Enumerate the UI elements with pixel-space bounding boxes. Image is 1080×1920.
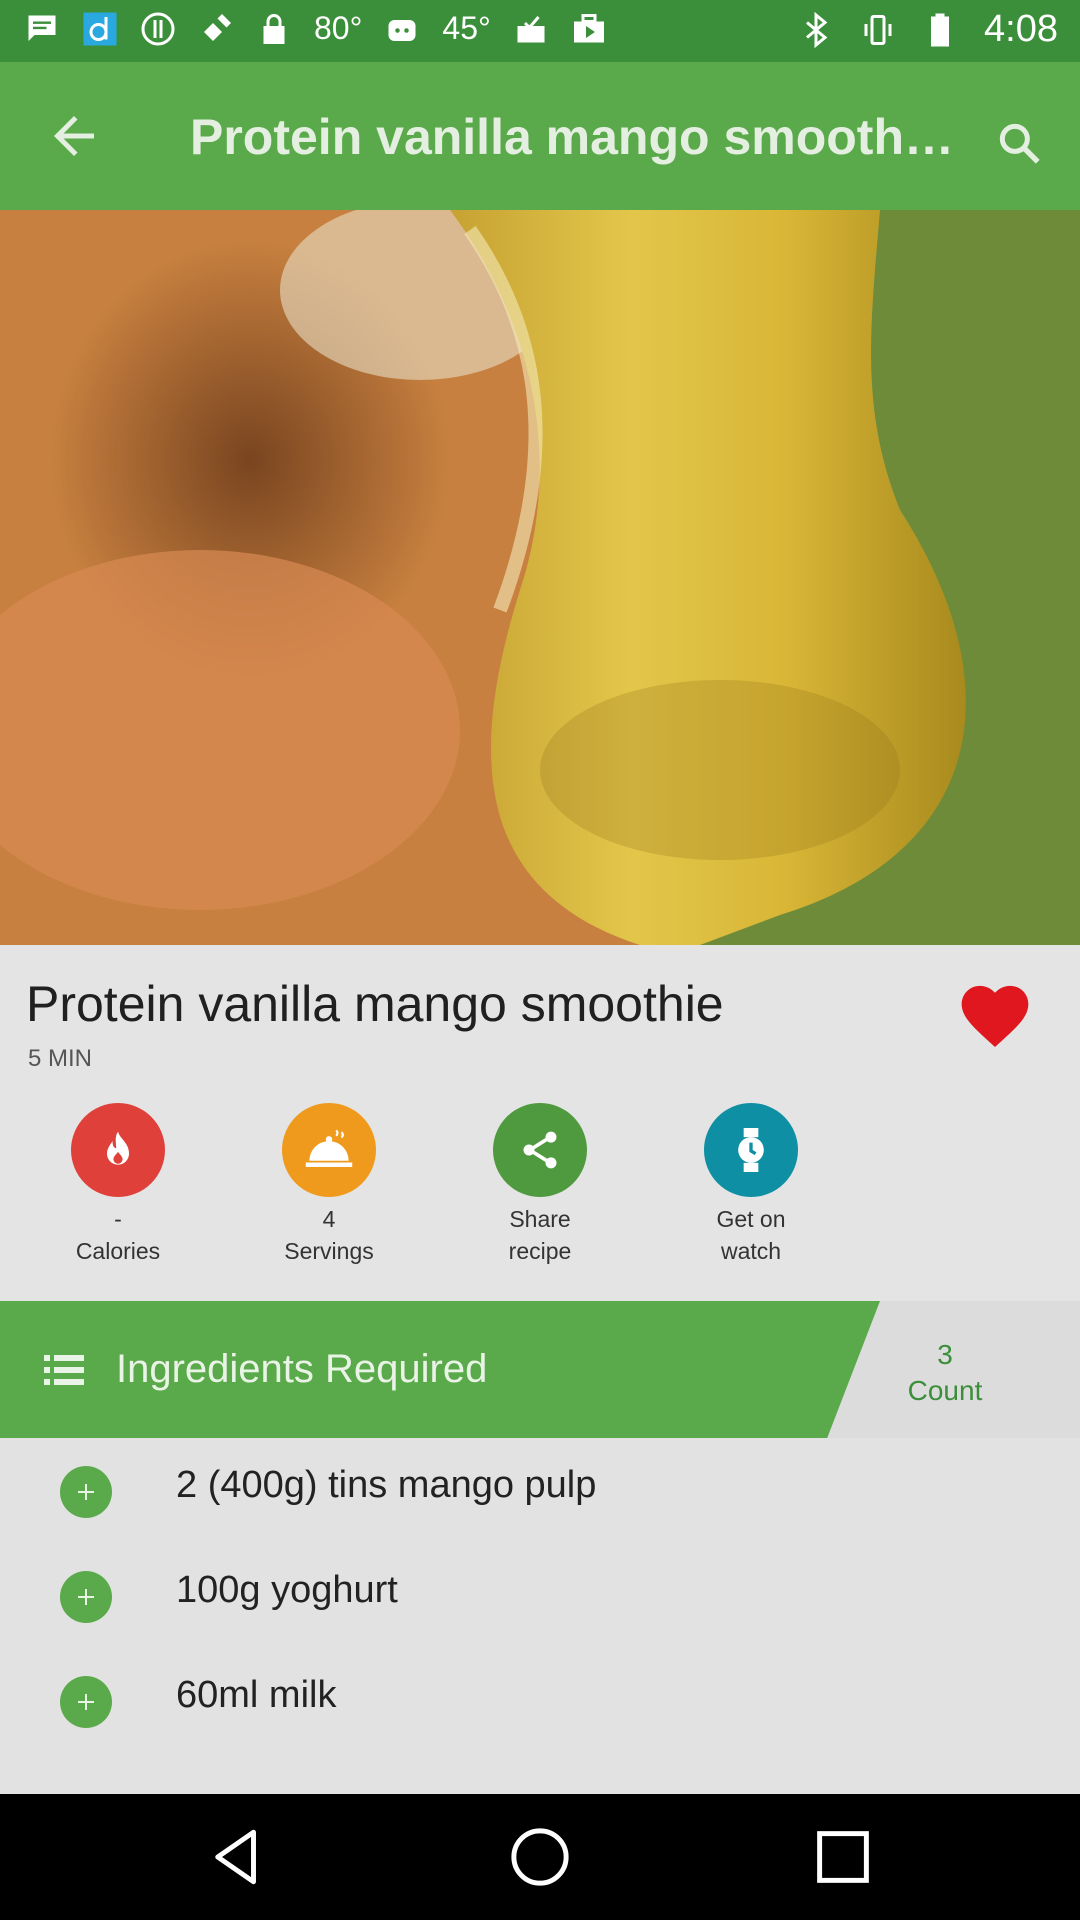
favorite-heart-icon[interactable]	[955, 975, 1035, 1050]
prep-time: 5 MIN	[28, 1045, 93, 1072]
add-ingredient-button[interactable]	[60, 1676, 112, 1728]
lock-icon	[256, 11, 292, 47]
count-value: 3	[937, 1339, 953, 1370]
list-icon	[44, 1355, 84, 1385]
temperature-1: 80°	[314, 10, 363, 46]
get-on-watch-action[interactable]: Get on watch	[666, 1103, 836, 1267]
page-title: Protein vanilla mango smooth…	[190, 109, 950, 165]
app-d-icon	[82, 11, 118, 47]
count-label: Count	[907, 1375, 983, 1406]
share-icon	[493, 1103, 587, 1197]
nav-recents-icon[interactable]	[810, 1824, 876, 1890]
nav-back-icon[interactable]	[204, 1824, 270, 1890]
servings-action[interactable]: 4 Servings	[244, 1103, 414, 1267]
ingredient-text: 2 (400g) tins mango pulp	[176, 1464, 597, 1506]
recipe-info-section: Protein vanilla mango smoothie 5 MIN - Ca…	[0, 945, 1080, 1301]
info-icon	[140, 11, 176, 47]
list-item: 60ml milk	[0, 1648, 1080, 1753]
robot-icon	[384, 11, 420, 47]
flame-icon	[71, 1103, 165, 1197]
recipe-title: Protein vanilla mango smoothie	[26, 976, 724, 1032]
inbox-check-icon	[513, 11, 549, 47]
recipe-photo	[0, 210, 1080, 945]
battery-icon	[922, 12, 958, 48]
ingredient-text: 100g yoghurt	[176, 1569, 398, 1611]
servings-value: 4	[322, 1206, 336, 1232]
watch-icon	[704, 1103, 798, 1197]
bluetooth-icon	[798, 11, 834, 48]
watch-label-1: Get on	[716, 1206, 786, 1232]
ingredients-header: Ingredients Required 3 Count	[0, 1301, 1080, 1438]
ingredient-count: 3 Count	[880, 1337, 1010, 1409]
message-icon	[24, 11, 60, 47]
share-recipe-action[interactable]: Share recipe	[455, 1103, 625, 1267]
search-icon[interactable]	[994, 118, 1044, 168]
share-label-2: recipe	[508, 1238, 572, 1264]
ingredient-text: 60ml milk	[176, 1674, 337, 1716]
share-label-1: Share	[509, 1206, 571, 1232]
calories-action[interactable]: - Calories	[33, 1103, 203, 1267]
servings-label: Servings	[284, 1238, 374, 1264]
status-bar: 80° 45° 4:08	[0, 0, 1080, 62]
back-arrow-icon[interactable]	[44, 106, 104, 166]
nav-home-icon[interactable]	[507, 1824, 573, 1890]
clock-time: 4:08	[984, 8, 1058, 50]
watch-label-2: watch	[720, 1238, 782, 1264]
list-item: 100g yoghurt	[0, 1543, 1080, 1648]
cloche-icon	[282, 1103, 376, 1197]
satellite-icon	[198, 11, 234, 47]
add-ingredient-button[interactable]	[60, 1466, 112, 1518]
add-ingredient-button[interactable]	[60, 1571, 112, 1623]
system-nav-bar	[0, 1794, 1080, 1920]
temperature-2: 45°	[442, 10, 491, 46]
ingredients-title: Ingredients Required	[116, 1347, 488, 1391]
briefcase-play-icon	[571, 11, 607, 47]
list-item: 2 (400g) tins mango pulp	[0, 1438, 1080, 1543]
vibrate-icon	[860, 12, 896, 48]
calories-value: -	[114, 1206, 122, 1232]
calories-label: Calories	[75, 1238, 161, 1264]
app-bar: Protein vanilla mango smooth…	[0, 62, 1080, 210]
ingredient-list: 2 (400g) tins mango pulp 100g yoghurt 60…	[0, 1438, 1080, 1794]
